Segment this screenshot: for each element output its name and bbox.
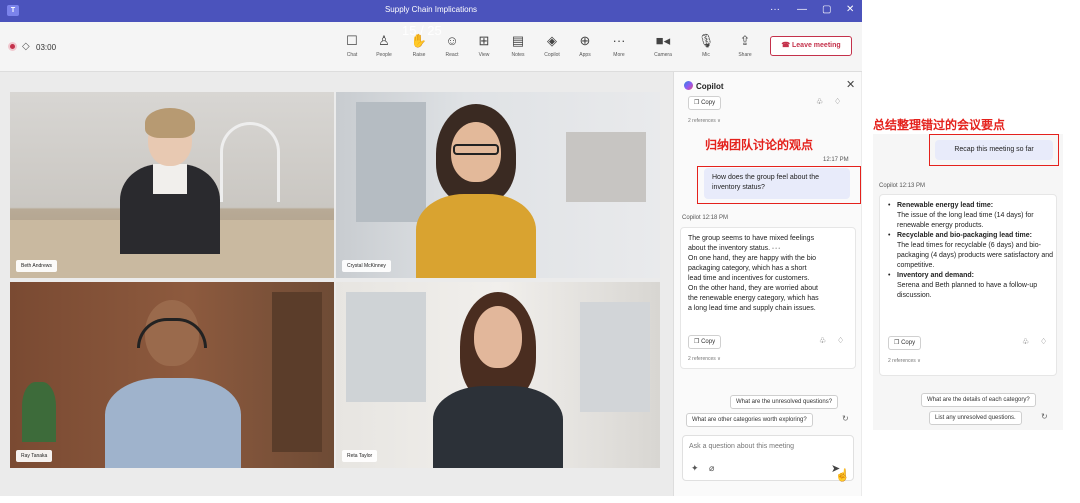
- annotation-label: 总结整理错过的会议要点: [873, 118, 1006, 132]
- copilot-icon: ◈: [547, 33, 557, 48]
- people-button[interactable]: ♙ People: [369, 32, 399, 58]
- participant-name: Reta Taylor: [342, 450, 378, 462]
- minimize-icon[interactable]: —: [797, 4, 807, 15]
- mic-icon: 🎙: [697, 33, 715, 48]
- recap-point: Renewable energy lead time:The issue of …: [888, 201, 1054, 231]
- video-tile[interactable]: Ray Tanaka: [10, 282, 334, 468]
- participant-figure: [95, 102, 245, 278]
- shield-icon: ◇: [22, 41, 30, 52]
- mic-button[interactable]: 🎙 Mic: [691, 32, 721, 58]
- participant-name: Beth Andrews: [16, 260, 57, 272]
- bookshelf: [272, 292, 322, 452]
- thumbs-down-icon[interactable]: ♢: [834, 97, 841, 106]
- copilot-reply-text: The group seems to have mixed feelings a…: [688, 235, 819, 312]
- references-toggle[interactable]: 2 references ∨: [688, 118, 721, 124]
- highlight-box: [697, 166, 861, 204]
- loading-dots: • • •: [772, 246, 781, 252]
- references-toggle[interactable]: 2 references ∨: [688, 356, 721, 362]
- view-icon: ⊞: [478, 33, 490, 48]
- annotation-label: 归纳团队讨论的观点: [705, 138, 814, 152]
- ask-placeholder: Ask a question about this meeting: [689, 443, 795, 450]
- recap-point: Recyclable and bio-packaging lead time:T…: [888, 231, 1054, 271]
- more-icon: ···: [612, 33, 626, 48]
- thumbs-up-icon[interactable]: ♧: [819, 336, 826, 345]
- chat-icon: ☐: [346, 33, 358, 48]
- camera-button[interactable]: ■◂ Camera: [648, 32, 678, 58]
- copilot-logo-icon: [684, 81, 693, 90]
- more-button[interactable]: ··· More: [604, 32, 634, 58]
- window-frame: [346, 292, 426, 402]
- references-toggle[interactable]: 2 references ∨: [888, 358, 921, 364]
- close-window-icon[interactable]: ✕: [846, 4, 854, 15]
- video-tile[interactable]: Reta Taylor: [336, 282, 660, 468]
- reply-header: Copilot 12:18 PM: [682, 215, 729, 221]
- recording-icon: [8, 42, 17, 51]
- copilot-reply-card: The group seems to have mixed feelings a…: [680, 227, 856, 369]
- hand-cursor-icon: ☝: [835, 468, 850, 482]
- refresh-icon[interactable]: ↻: [842, 414, 849, 423]
- close-icon[interactable]: ✕: [846, 78, 855, 91]
- video-tile[interactable]: Beth Andrews: [10, 92, 334, 278]
- copy-icon: ❐: [894, 340, 900, 346]
- copilot-header: Copilot: [684, 81, 724, 91]
- notes-icon: ▤: [511, 33, 525, 48]
- highlight-box: [929, 134, 1059, 166]
- recap-panel: Recap this meeting so far Copilot 12:13 …: [873, 134, 1063, 430]
- leave-meeting-button[interactable]: ☎ Leave meeting: [770, 36, 852, 56]
- suggestion-chip[interactable]: What are the details of each category?: [921, 393, 1036, 407]
- thumbs-up-icon[interactable]: ♧: [1022, 337, 1029, 346]
- camera-icon: ■◂: [655, 33, 671, 48]
- thumbs-down-icon[interactable]: ♢: [1040, 337, 1047, 346]
- notes-button[interactable]: ▤ Notes: [503, 32, 533, 58]
- participant-figure: [93, 290, 253, 468]
- copy-icon: ❐: [694, 100, 700, 106]
- meeting-timer: 03:00: [36, 43, 57, 52]
- ask-input[interactable]: Ask a question about this meeting ✦ ⌀ ➤ …: [682, 435, 854, 482]
- participant-figure: [401, 104, 551, 278]
- phone-icon: ☎: [781, 42, 791, 49]
- apps-icon: ⊕: [579, 33, 591, 48]
- page-indicator: 15 / 25: [402, 23, 442, 38]
- participant-name: Ray Tanaka: [16, 450, 53, 462]
- refresh-icon[interactable]: ↻: [1041, 412, 1048, 421]
- sparkle-icon[interactable]: ✦: [691, 463, 699, 474]
- view-button[interactable]: ⊞ View: [469, 32, 499, 58]
- plant: [22, 382, 56, 442]
- share-button[interactable]: ⇪ Share: [730, 32, 760, 58]
- copilot-button[interactable]: ◈ Copilot: [537, 32, 567, 58]
- thumbs-down-icon[interactable]: ♢: [837, 336, 844, 345]
- copy-button[interactable]: ❐ Copy: [688, 335, 722, 349]
- message-timestamp: 12:17 PM: [823, 157, 849, 163]
- copy-button[interactable]: ❐ Copy: [888, 336, 922, 350]
- more-options-icon[interactable]: ···: [770, 4, 780, 15]
- share-icon: ⇪: [739, 33, 751, 48]
- maximize-icon[interactable]: ▢: [822, 4, 831, 15]
- video-grid: Beth Andrews Crystal McKinney Ray Tanaka…: [10, 92, 660, 468]
- thumbs-up-icon[interactable]: ♧: [816, 97, 823, 106]
- clothes-rack: [566, 132, 646, 202]
- screenshot-stage: T Supply Chain Implications ··· — ▢ ✕ ◇ …: [0, 0, 1080, 503]
- recap-point: Inventory and demand:Serena and Beth pla…: [888, 271, 1054, 301]
- teams-meeting-window: T Supply Chain Implications ··· — ▢ ✕ ◇ …: [0, 0, 862, 496]
- suggestion-chip[interactable]: What are other categories worth explorin…: [686, 413, 813, 427]
- suggestion-chip[interactable]: List any unresolved questions.: [929, 411, 1022, 425]
- suggestion-chip[interactable]: What are the unresolved questions?: [730, 395, 839, 409]
- title-bar: T Supply Chain Implications ··· — ▢ ✕: [0, 0, 862, 22]
- recap-points: Renewable energy lead time:The issue of …: [888, 201, 1054, 301]
- copy-button[interactable]: ❐ Copy: [688, 96, 722, 110]
- window-title: Supply Chain Implications: [384, 5, 478, 14]
- attach-icon[interactable]: ⌀: [709, 463, 714, 474]
- copy-icon: ❐: [694, 339, 700, 345]
- window-frame: [580, 302, 650, 412]
- video-tile[interactable]: Crystal McKinney: [336, 92, 660, 278]
- reply-header: Copilot 12:13 PM: [879, 183, 926, 189]
- participant-name: Crystal McKinney: [342, 260, 391, 272]
- apps-button[interactable]: ⊕ Apps: [570, 32, 600, 58]
- participant-figure: [418, 290, 578, 468]
- people-icon: ♙: [378, 33, 390, 48]
- recap-card: Renewable energy lead time:The issue of …: [879, 194, 1057, 376]
- chat-button[interactable]: ☐ Chat: [337, 32, 367, 58]
